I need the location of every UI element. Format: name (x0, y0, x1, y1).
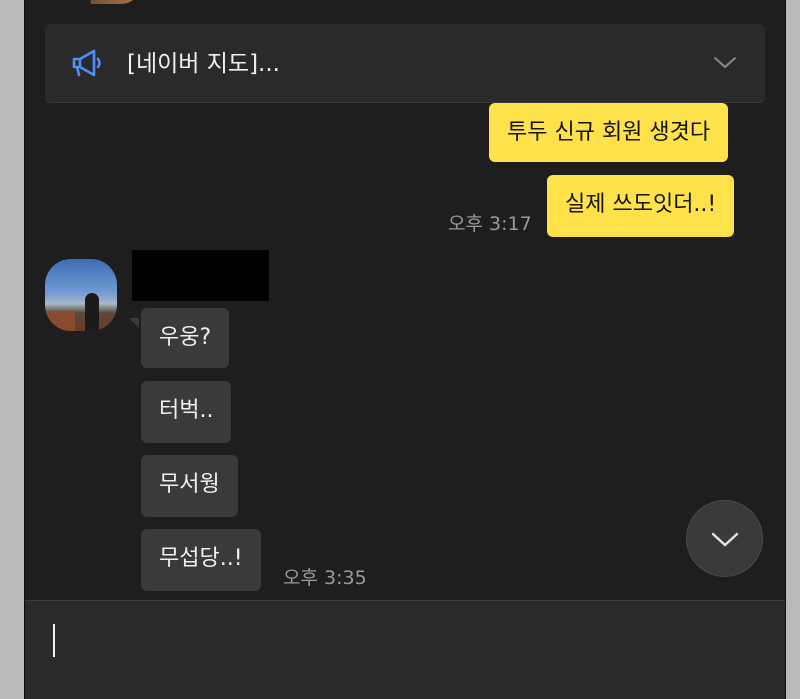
their-message-bubble: 무서웡 (141, 455, 238, 517)
text-caret (53, 624, 55, 657)
bubble-tail (129, 318, 139, 328)
my-message-bubble: 실제 쓰도잇더..! (547, 175, 735, 237)
my-message-bubble: 투두 신규 회원 생겻다 (489, 103, 729, 162)
their-message-bubble: 터벅.. (141, 381, 232, 443)
avatar[interactable] (45, 259, 117, 331)
megaphone-icon (72, 49, 101, 77)
notice-text: [네이버 지도]... (127, 51, 280, 77)
their-message-bubble: 무섭당..! (141, 529, 261, 591)
chat-window: [네이버 지도]... 투두 신규 회원 생겻다 실제 쓰도잇더..! 오후 3… (24, 0, 786, 699)
message-timestamp: 오후 3:35 (283, 567, 367, 589)
avatar-figure (85, 293, 99, 331)
previous-avatar (69, 0, 141, 4)
message-input[interactable] (25, 600, 785, 699)
scroll-to-bottom-button[interactable] (686, 500, 763, 577)
notice-banner[interactable]: [네이버 지도]... (45, 24, 765, 103)
avatar-building (45, 311, 75, 331)
their-message-bubble: 우웅? (141, 308, 230, 368)
sender-name-redacted (132, 250, 269, 301)
message-timestamp: 오후 3:17 (448, 213, 532, 235)
chevron-down-icon[interactable] (713, 54, 737, 70)
chevron-down-icon (711, 532, 738, 547)
